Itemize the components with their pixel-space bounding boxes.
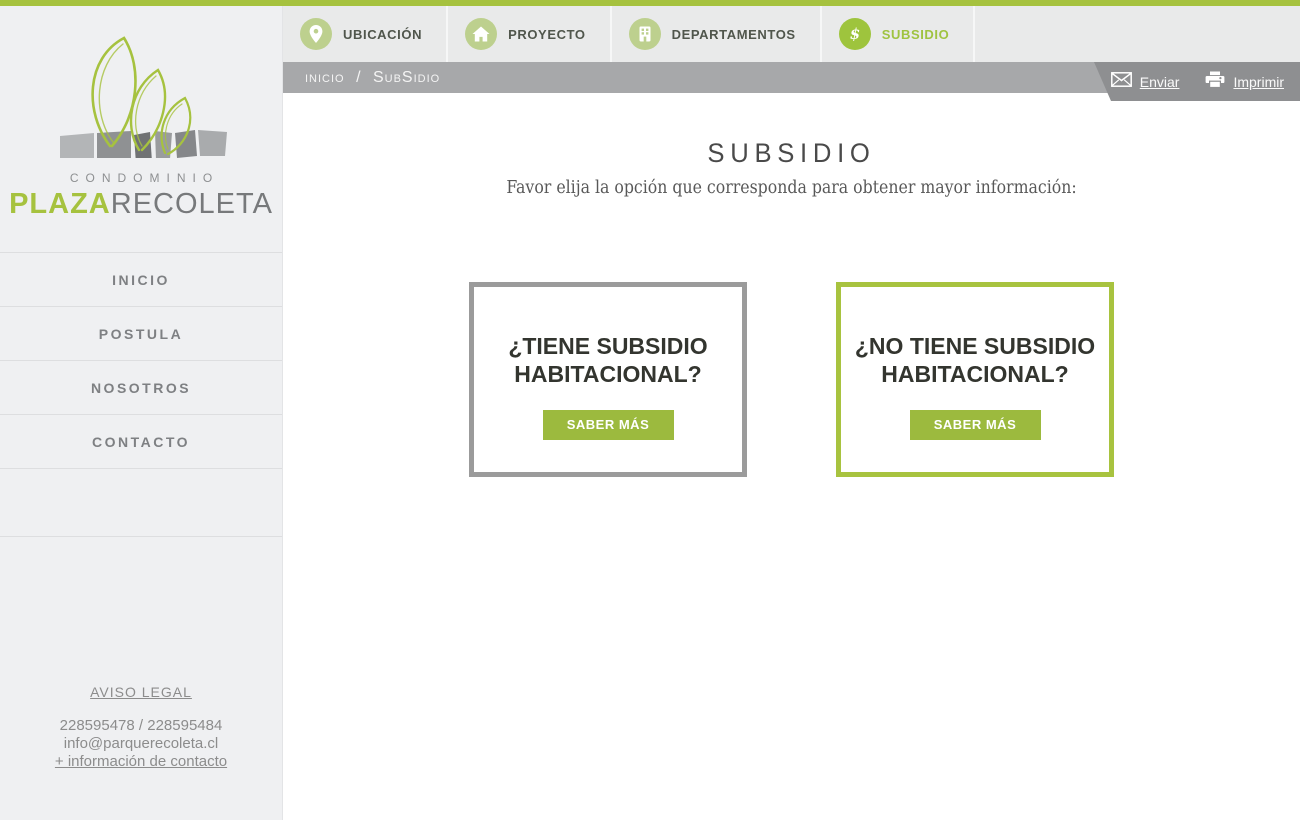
building-icon (629, 18, 661, 50)
nav-item-subsidio[interactable]: $ SUBSIDIO (822, 6, 976, 62)
sidebar-nav: INICIO POSTULA NOSOTROS CONTACTO (0, 252, 282, 537)
logo-word-recoleta: RECOLETA (111, 188, 273, 220)
sidebar-spacer (0, 469, 282, 537)
sidebar: CONDOMINIO PLAZARECOLETA INICIO POSTULA … (0, 6, 283, 820)
nav-label: UBICACIÓN (343, 27, 422, 42)
content: SUBSIDIO Favor elija la opción que corre… (283, 138, 1300, 477)
logo-word-plaza: PLAZA (9, 188, 111, 220)
send-link[interactable]: Enviar (1111, 72, 1180, 92)
more-contact-link[interactable]: + información de contacto (55, 753, 227, 770)
home-icon (465, 18, 497, 50)
top-accent-bar (0, 0, 1300, 6)
dollar-icon: $ (839, 18, 871, 50)
phone-numbers: 228595478 / 228595484 (0, 717, 282, 735)
nav-item-proyecto[interactable]: PROYECTO (448, 6, 612, 62)
logo-trees-icon (46, 32, 236, 158)
breadcrumb: inicio / SubSidio (305, 69, 440, 87)
card-no-tiene-subsidio: ¿NO TIENE SUBSIDIO HABITACIONAL? SABER M… (836, 282, 1114, 477)
logo-name: PLAZARECOLETA (0, 188, 282, 221)
email-address: info@parquerecoleta.cl (0, 735, 282, 753)
card-tiene-subsidio: ¿TIENE SUBSIDIO HABITACIONAL? SABER MÁS (469, 282, 747, 477)
svg-text:$: $ (849, 25, 859, 43)
sidebar-item-postula[interactable]: POSTULA (0, 307, 282, 361)
breadcrumb-separator: / (356, 69, 361, 86)
contact-info: 228595478 / 228595484 info@parquerecolet… (0, 717, 282, 771)
subsidy-options: ¿TIENE SUBSIDIO HABITACIONAL? SABER MÁS … (283, 282, 1300, 477)
page-subtitle: Favor elija la opción que corresponda pa… (283, 178, 1300, 198)
saber-mas-button-no-tiene[interactable]: SABER MÁS (910, 410, 1041, 440)
nav-item-departamentos[interactable]: DEPARTAMENTOS (612, 6, 822, 62)
card-heading: ¿NO TIENE SUBSIDIO HABITACIONAL? (852, 332, 1098, 388)
envelope-icon (1111, 72, 1132, 92)
nav-item-ubicacion[interactable]: UBICACIÓN (283, 6, 448, 62)
logo-word-condominio: CONDOMINIO (0, 171, 282, 185)
page-title: SUBSIDIO (308, 138, 1274, 169)
legal-notice-link[interactable]: AVISO LEGAL (90, 684, 192, 700)
card-heading: ¿TIENE SUBSIDIO HABITACIONAL? (485, 332, 731, 388)
nav-label: DEPARTAMENTOS (672, 27, 796, 42)
print-label: Imprimir (1233, 74, 1284, 90)
breadcrumb-home[interactable]: inicio (305, 69, 345, 86)
nav-label: SUBSIDIO (882, 27, 950, 42)
sidebar-item-contacto[interactable]: CONTACTO (0, 415, 282, 469)
nav-label: PROYECTO (508, 27, 586, 42)
sidebar-item-nosotros[interactable]: NOSOTROS (0, 361, 282, 415)
sidebar-item-inicio[interactable]: INICIO (0, 253, 282, 307)
saber-mas-button-tiene[interactable]: SABER MÁS (543, 410, 674, 440)
printer-icon (1205, 71, 1225, 93)
page-actions-tab: Enviar Imprimir (1094, 62, 1300, 101)
send-label: Enviar (1140, 74, 1180, 90)
page: CONDOMINIO PLAZARECOLETA INICIO POSTULA … (0, 0, 1300, 820)
print-link[interactable]: Imprimir (1205, 71, 1284, 93)
top-nav: UBICACIÓN PROYECTO (283, 6, 1300, 62)
main-area: UBICACIÓN PROYECTO (283, 6, 1300, 820)
breadcrumb-current: SubSidio (373, 69, 440, 86)
brand-logo[interactable]: CONDOMINIO PLAZARECOLETA (0, 6, 282, 221)
map-pin-icon (300, 18, 332, 50)
sidebar-footer: AVISO LEGAL 228595478 / 228595484 info@p… (0, 684, 282, 771)
